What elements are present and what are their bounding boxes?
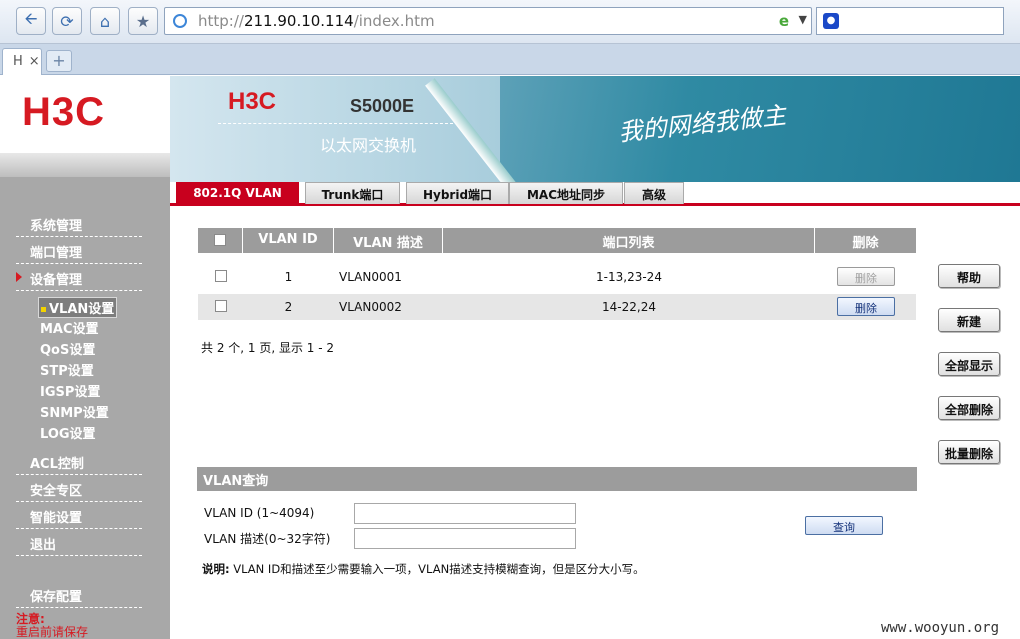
banner-slogan: 我的网络我做主	[617, 101, 788, 147]
new-button[interactable]: 新建	[938, 308, 1000, 332]
table-row: 1 VLAN0001 1-13,23-24 删除	[198, 264, 916, 290]
site-icon	[173, 14, 187, 28]
banner-model: S5000E	[350, 96, 415, 116]
vlan-desc: VLAN0001	[339, 270, 402, 284]
refresh-icon[interactable]: ⟳	[52, 7, 82, 35]
vlan-desc-label: VLAN 描述(0~32字符)	[204, 532, 331, 546]
search-input[interactable]: ●	[816, 7, 1004, 35]
vlan-id: 1	[284, 270, 293, 284]
column-header: VLAN ID	[243, 228, 334, 253]
banner-type: 以太网交换机	[320, 136, 417, 155]
url-prefix: http://	[198, 12, 244, 30]
browser-tab[interactable]: H ×	[2, 48, 42, 75]
sidebar-sub-mac[interactable]: MAC设置	[40, 318, 99, 337]
sidebar-sub-vlan[interactable]: VLAN设置	[38, 297, 118, 318]
sidebar-sub-log[interactable]: LOG设置	[40, 423, 96, 442]
new-tab-button[interactable]: +	[46, 50, 72, 72]
vlan-id-field[interactable]	[354, 503, 576, 524]
url-path: /index.htm	[353, 12, 435, 30]
select-all-header	[198, 228, 243, 253]
chevron-down-icon[interactable]: ▼	[799, 13, 807, 26]
table-row: 2 VLAN0002 14-22,24 删除	[198, 294, 916, 320]
column-header: 删除	[815, 228, 916, 253]
sidebar-item-save-config[interactable]: 保存配置	[16, 582, 142, 608]
browser-tab-label: H	[13, 54, 23, 69]
sidebar-item-label: 设备管理	[30, 273, 83, 288]
tab-8021q-vlan[interactable]: 802.1Q VLAN	[176, 182, 299, 204]
watermark: www.wooyun.org	[881, 620, 1000, 636]
vlan-ports: 14-22,24	[602, 300, 656, 314]
arrow-right-icon	[16, 272, 22, 282]
query-button[interactable]: 查询	[805, 516, 883, 535]
sidebar-item-ports[interactable]: 端口管理	[16, 238, 142, 264]
tab-hybrid[interactable]: Hybrid端口	[406, 182, 509, 204]
delete-button[interactable]: 删除	[837, 297, 895, 316]
pagination-summary: 共 2 个, 1 页, 显示 1 - 2	[201, 341, 335, 355]
back-icon[interactable]: 🡨	[16, 7, 46, 35]
home-icon[interactable]: ⌂	[90, 7, 120, 35]
help-button[interactable]: 帮助	[938, 264, 1000, 288]
sidebar-item-security[interactable]: 安全专区	[16, 476, 142, 502]
sidebar-sub-qos[interactable]: QoS设置	[40, 339, 95, 358]
sidebar-item-label: 端口管理	[30, 246, 83, 261]
delete-all-button[interactable]: 全部删除	[938, 396, 1000, 420]
function-tabs: 802.1Q VLAN Trunk端口 Hybrid端口 MAC地址同步 高级	[170, 182, 1020, 206]
column-header: VLAN 描述	[334, 228, 443, 253]
sidebar-sub-igsp[interactable]: IGSP设置	[40, 381, 100, 400]
sidebar-note: 注意: 重启前请保存	[16, 613, 88, 639]
tab-trunk[interactable]: Trunk端口	[305, 182, 400, 204]
sidebar-item-label: 系统管理	[30, 219, 83, 234]
favorites-icon[interactable]: ★	[128, 7, 158, 35]
tip-label: 说明:	[202, 562, 230, 576]
row-checkbox[interactable]	[214, 270, 227, 282]
close-icon[interactable]: ×	[29, 54, 40, 69]
note-text: 重启前请保存	[16, 625, 89, 639]
address-bar[interactable]: http://211.90.10.114/index.htm e ▼	[164, 7, 812, 35]
tab-mac-sync[interactable]: MAC地址同步	[509, 182, 623, 204]
sidebar-sub-snmp[interactable]: SNMP设置	[40, 402, 109, 421]
vlan-id-label: VLAN ID (1~4094)	[204, 506, 315, 520]
baidu-icon: ●	[823, 13, 839, 29]
vlan-ports: 1-13,23-24	[596, 270, 662, 284]
sidebar-item-logout[interactable]: 退出	[16, 530, 142, 556]
sidebar-item-acl[interactable]: ACL控制	[16, 449, 142, 475]
column-header: 端口列表	[443, 228, 815, 253]
batch-delete-button[interactable]: 批量删除	[938, 440, 1000, 464]
logo: H3C	[22, 90, 106, 134]
note-title: 注意:	[16, 612, 45, 626]
sidebar-item-smart[interactable]: 智能设置	[16, 503, 142, 529]
sidebar-sub-stp[interactable]: STP设置	[40, 360, 94, 379]
show-all-button[interactable]: 全部显示	[938, 352, 1000, 376]
query-tip: 说明: VLAN ID和描述至少需要输入一项，VLAN描述支持模糊查询，但是区分…	[202, 561, 645, 577]
sidebar-item-system[interactable]: 系统管理	[16, 211, 142, 237]
sidebar: H3C 系统管理 端口管理 设备管理 VLAN设置 MAC设置 QoS设置 ST…	[0, 76, 170, 639]
banner: H3C S5000E 以太网交换机 我的网络我做主	[170, 76, 1020, 182]
delete-button: 删除	[837, 267, 895, 286]
query-title: VLAN查询	[197, 467, 917, 491]
url-host: 211.90.10.114	[243, 12, 354, 30]
row-checkbox[interactable]	[214, 300, 227, 312]
banner-brand: H3C	[228, 88, 277, 115]
vlan-desc-field[interactable]	[354, 528, 576, 549]
tip-text: VLAN ID和描述至少需要输入一项，VLAN描述支持模糊查询，但是区分大小写。	[233, 562, 645, 576]
ie-icon: e	[778, 12, 789, 30]
sidebar-item-device[interactable]: 设备管理	[16, 265, 142, 291]
browser-toolbar: 🡨 ⟳ ⌂ ★ http://211.90.10.114/index.htm e…	[0, 0, 1020, 44]
vlan-id: 2	[284, 300, 293, 314]
select-all-checkbox[interactable]	[214, 234, 226, 246]
vlan-desc: VLAN0002	[339, 300, 402, 314]
tab-advanced[interactable]: 高级	[624, 182, 684, 204]
browser-tabbar: H × +	[0, 44, 1020, 75]
bullet-icon	[41, 307, 46, 312]
